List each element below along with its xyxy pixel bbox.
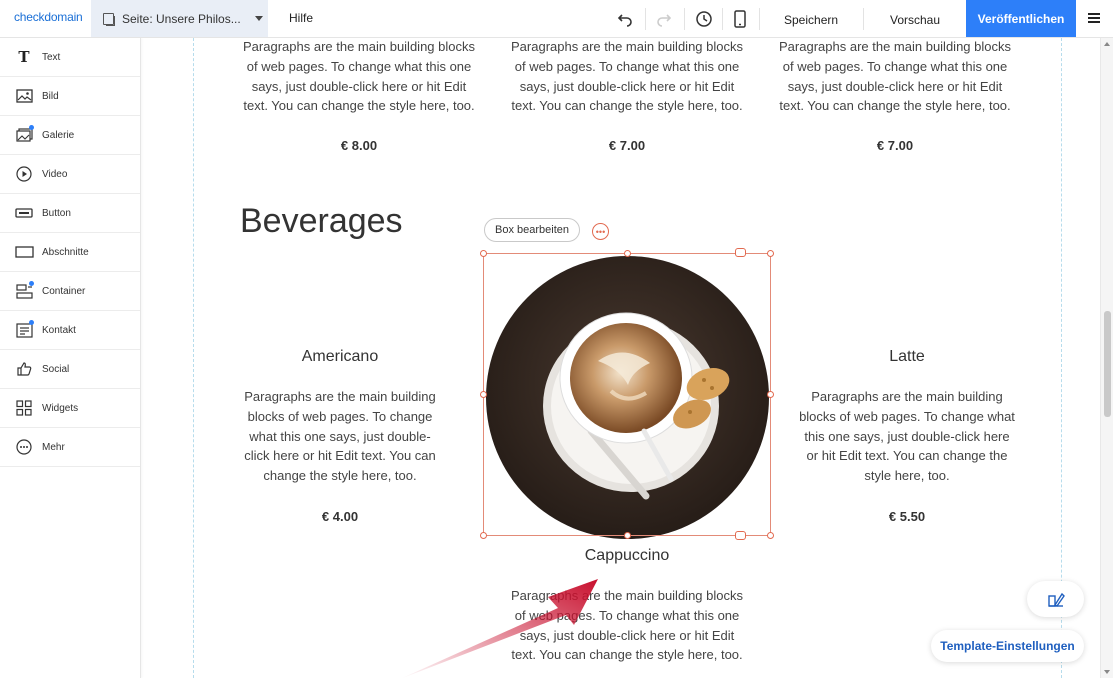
beverage-name[interactable]: Cappuccino: [506, 547, 748, 565]
widgets-icon: [14, 400, 34, 416]
scroll-up-arrow[interactable]: [1104, 42, 1110, 46]
undo-icon[interactable]: [614, 8, 636, 30]
menu-item-price[interactable]: € 8.00: [238, 138, 480, 153]
resize-handle[interactable]: [767, 532, 774, 539]
resize-handle[interactable]: [624, 250, 631, 257]
beverage-name[interactable]: Americano: [240, 348, 440, 366]
new-badge: [29, 320, 34, 325]
chevron-down-icon: [254, 16, 263, 21]
divider: [645, 8, 646, 30]
divider: [863, 8, 864, 30]
beverage-price[interactable]: € 5.50: [797, 509, 1017, 524]
pages-icon: [103, 12, 115, 26]
menu-item-price[interactable]: € 7.00: [774, 138, 1016, 153]
publish-button[interactable]: Veröffentlichen: [966, 0, 1076, 37]
more-options-icon[interactable]: •••: [592, 223, 609, 240]
annotation-arrow: [402, 579, 598, 678]
design-edit-button[interactable]: [1027, 581, 1084, 617]
divider: [759, 8, 760, 30]
chevron-down-icon[interactable]: [735, 248, 746, 257]
contact-icon: [14, 320, 34, 338]
mobile-view-icon[interactable]: [729, 8, 751, 30]
container-icon: [14, 281, 34, 299]
text-icon: T: [18, 48, 30, 66]
editor-canvas: Paragraphs are the main building blocks …: [142, 38, 1100, 678]
design-edit-icon: [1047, 592, 1065, 607]
save-button[interactable]: Speichern: [784, 13, 838, 27]
resize-handle[interactable]: [767, 250, 774, 257]
sidebar-item-label: Button: [42, 207, 71, 219]
sidebar-item-gallery[interactable]: Galerie: [0, 116, 140, 155]
beverage-name[interactable]: Latte: [797, 348, 1017, 366]
sidebar-item-text[interactable]: T Text: [0, 38, 140, 77]
history-icon[interactable]: [693, 8, 715, 30]
vertical-scrollbar[interactable]: [1100, 38, 1113, 678]
menu-item-price[interactable]: € 7.00: [506, 138, 748, 153]
menu-item-description[interactable]: Paragraphs are the main building blocks …: [506, 38, 748, 116]
video-icon: [14, 166, 34, 182]
image-icon: [14, 88, 34, 104]
element-sidebar: T Text Bild Galerie Video Button Abschni…: [0, 38, 141, 678]
menu-icon[interactable]: [1088, 13, 1100, 23]
resize-handle[interactable]: [480, 250, 487, 257]
scroll-down-arrow[interactable]: [1104, 670, 1110, 674]
sidebar-item-social[interactable]: Social: [0, 350, 140, 389]
sidebar-item-label: Widgets: [42, 402, 79, 414]
selection-frame: [483, 253, 771, 536]
resize-handle[interactable]: [480, 391, 487, 398]
divider: [684, 8, 685, 30]
sidebar-item-label: Mehr: [42, 441, 65, 453]
sidebar-item-button[interactable]: Button: [0, 194, 140, 233]
sidebar-item-label: Video: [42, 168, 68, 180]
page-select-label: Seite: Unsere Philos...: [122, 11, 241, 26]
logo[interactable]: checkdomain: [14, 10, 83, 24]
new-badge: [29, 125, 34, 130]
edit-box-button[interactable]: Box bearbeiten: [484, 218, 580, 242]
resize-handle[interactable]: [767, 391, 774, 398]
new-badge: [29, 281, 34, 286]
sidebar-item-image[interactable]: Bild: [0, 77, 140, 116]
button-icon: [14, 205, 34, 221]
sidebar-item-label: Social: [42, 363, 70, 375]
beverage-description[interactable]: Paragraphs are the main building blocks …: [240, 387, 440, 486]
sidebar-item-more[interactable]: Mehr: [0, 428, 140, 467]
redo-icon[interactable]: [653, 8, 675, 30]
preview-button[interactable]: Vorschau: [890, 13, 940, 27]
sidebar-item-sections[interactable]: Abschnitte: [0, 233, 140, 272]
beverage-price[interactable]: € 4.00: [240, 509, 440, 524]
divider: [722, 8, 723, 30]
menu-item-description[interactable]: Paragraphs are the main building blocks …: [774, 38, 1016, 116]
top-toolbar: checkdomain Seite: Unsere Philos... Hilf…: [0, 0, 1113, 38]
sidebar-item-widgets[interactable]: Widgets: [0, 389, 140, 428]
sidebar-item-label: Kontakt: [42, 324, 76, 336]
section-icon: [14, 244, 34, 260]
sidebar-item-label: Galerie: [42, 129, 75, 141]
section-heading[interactable]: Beverages: [240, 202, 403, 241]
sidebar-item-contact[interactable]: Kontakt: [0, 311, 140, 350]
resize-handle[interactable]: [624, 532, 631, 539]
sidebar-item-label: Text: [42, 51, 61, 63]
sidebar-item-video[interactable]: Video: [0, 155, 140, 194]
resize-handle[interactable]: [480, 532, 487, 539]
gallery-icon: [14, 125, 34, 143]
social-icon: [14, 361, 34, 377]
chevron-down-icon[interactable]: [735, 531, 746, 540]
beverage-description[interactable]: Paragraphs are the main building blocks …: [797, 387, 1017, 486]
scroll-thumb[interactable]: [1104, 311, 1111, 417]
page-select-dropdown[interactable]: Seite: Unsere Philos...: [91, 0, 268, 37]
sidebar-item-label: Container: [42, 285, 86, 297]
sidebar-item-label: Abschnitte: [42, 246, 89, 258]
more-icon: [14, 439, 34, 455]
left-guide-line: [193, 38, 194, 678]
sidebar-item-container[interactable]: Container: [0, 272, 140, 311]
sidebar-item-label: Bild: [42, 90, 59, 102]
help-link[interactable]: Hilfe: [289, 11, 313, 25]
template-settings-button[interactable]: Template-Einstellungen: [931, 630, 1084, 662]
menu-item-description[interactable]: Paragraphs are the main building blocks …: [238, 38, 480, 116]
